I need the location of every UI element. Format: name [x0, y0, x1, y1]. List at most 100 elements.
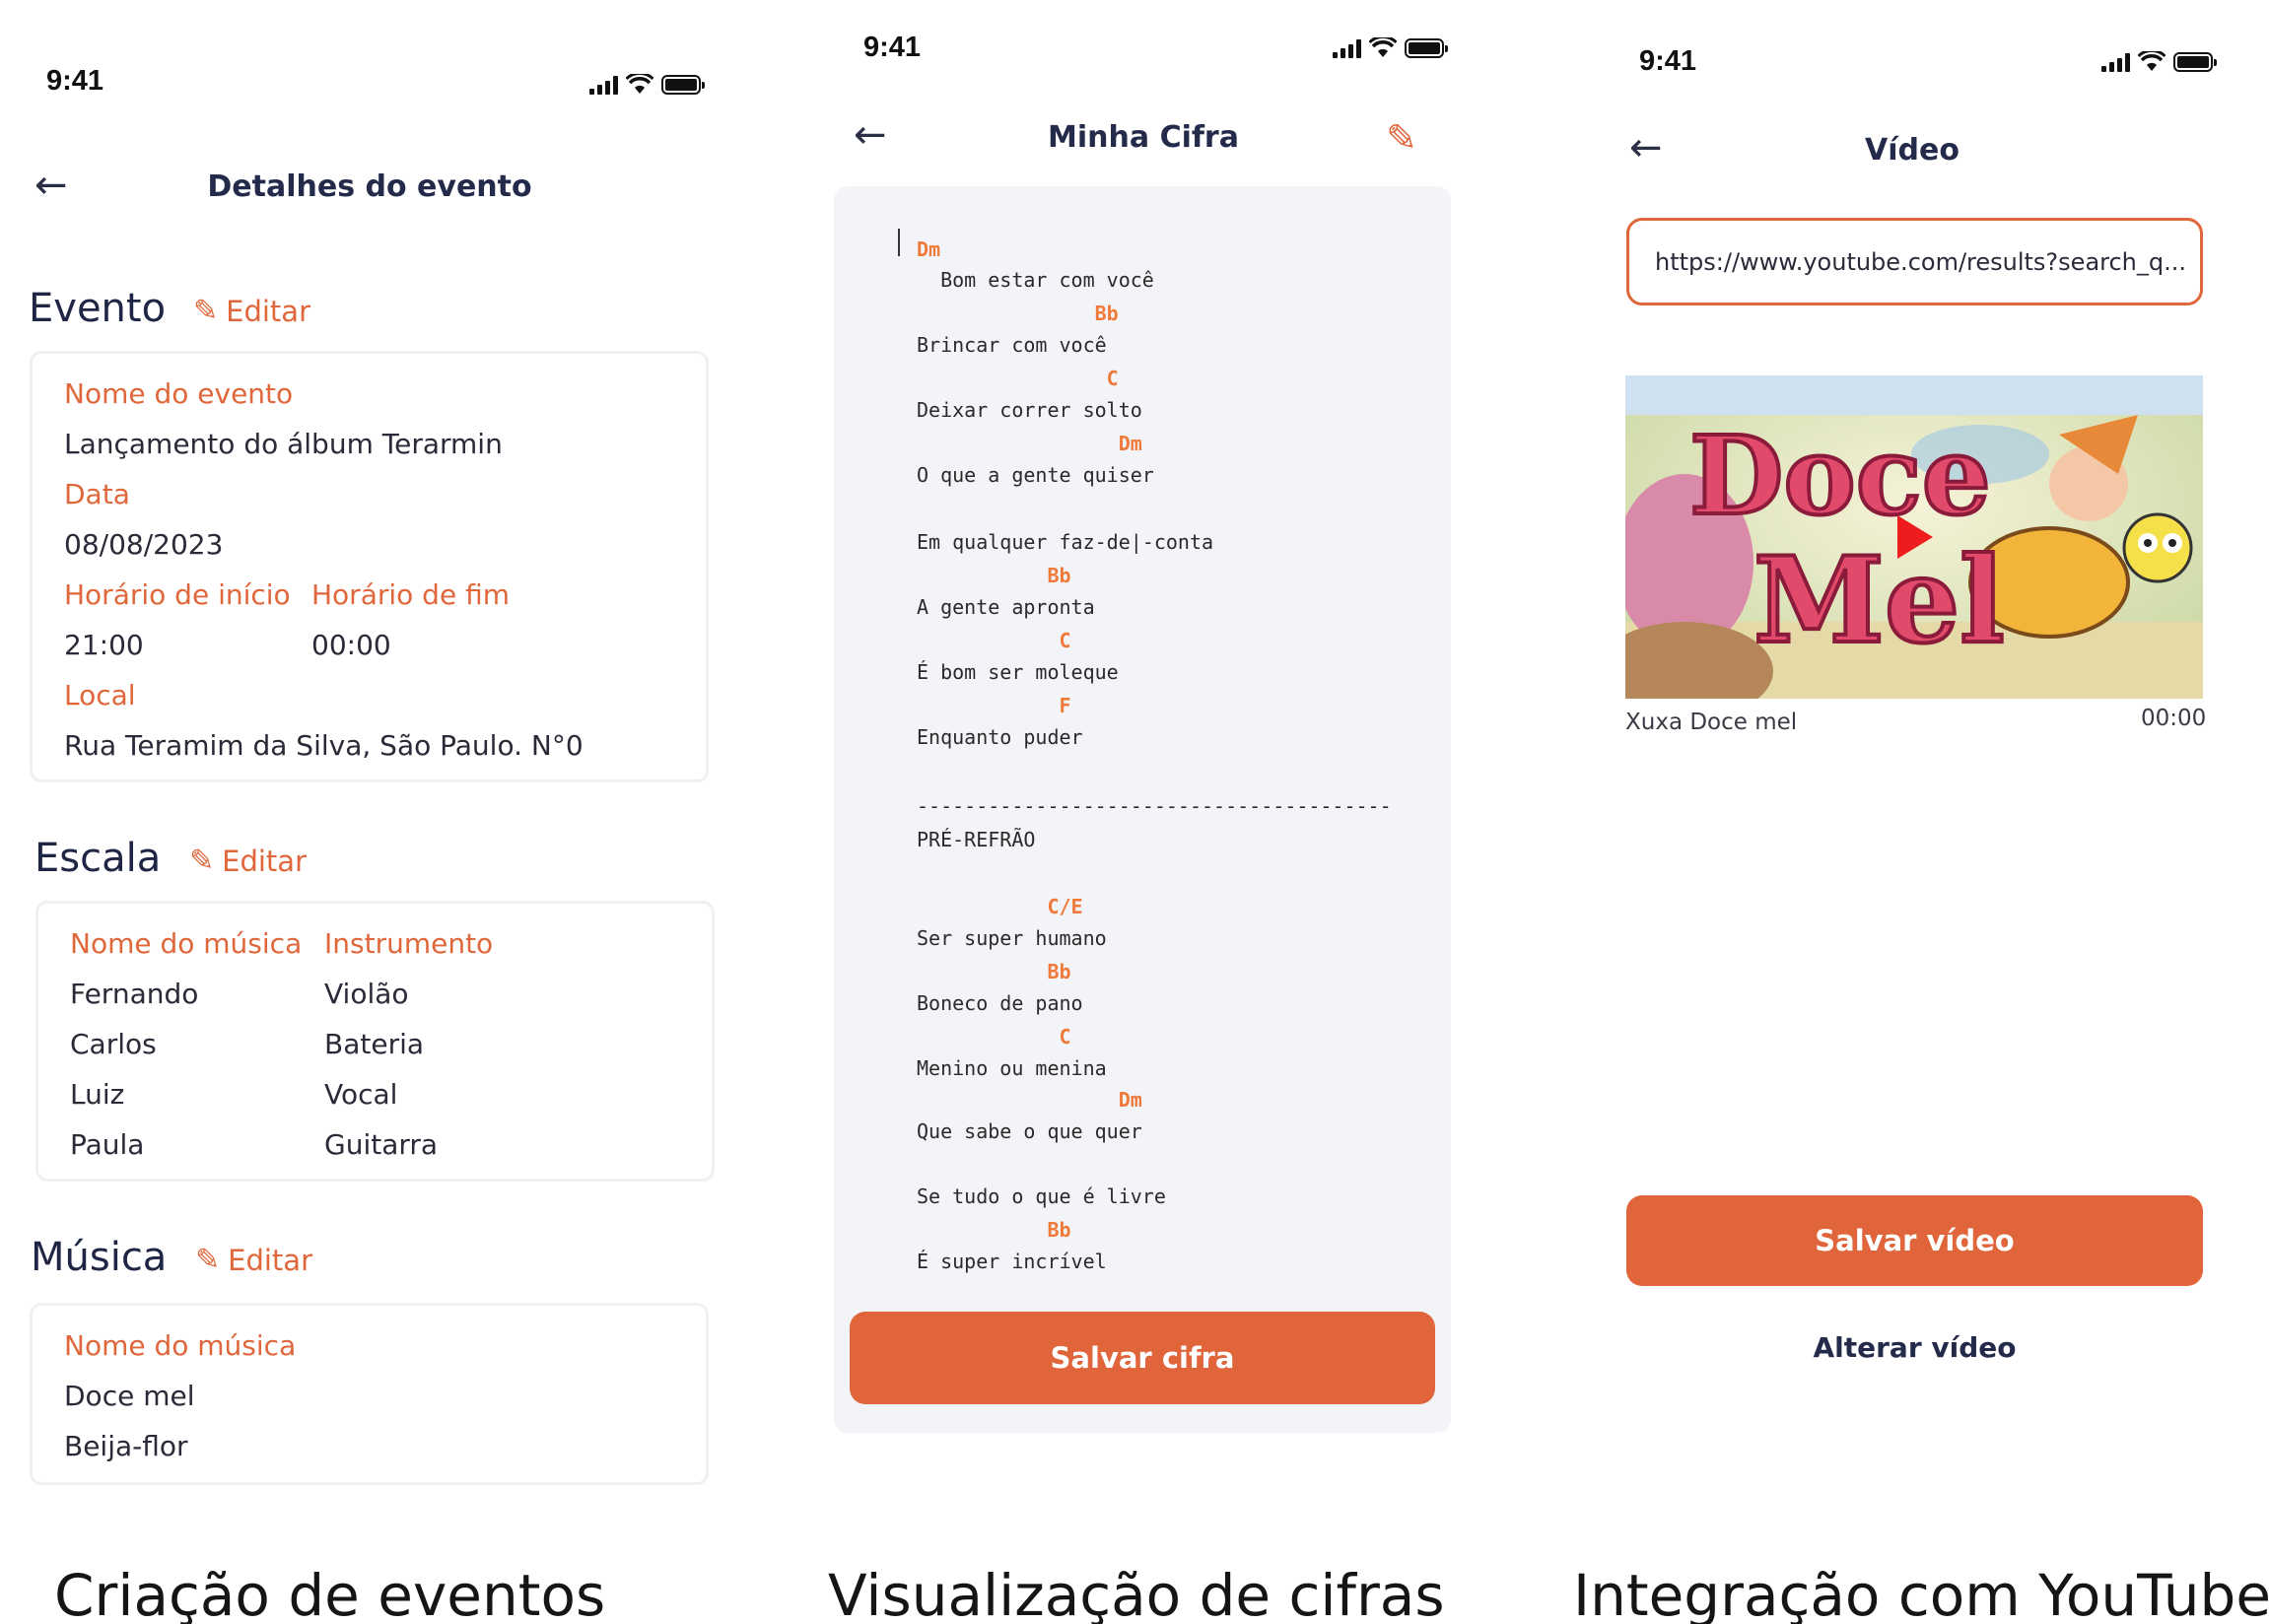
signal-icon: [2101, 52, 2130, 72]
musica-label: Nome do música: [64, 1329, 297, 1362]
video-title: Xuxa Doce mel: [1625, 710, 1798, 735]
escala-card: Nome do música Instrumento Fernando Viol…: [35, 901, 715, 1182]
section-title-evento: Evento: [29, 286, 167, 331]
status-icons: [589, 74, 705, 96]
battery-icon: [661, 75, 705, 95]
caption-cifras: Visualização de cifras: [828, 1562, 1445, 1624]
signal-icon: [589, 75, 618, 95]
page-title: Vídeo: [1865, 133, 1960, 168]
end-time-label: Horário de fim: [311, 578, 510, 611]
lyric-line: Boneco de pano: [917, 991, 1083, 1015]
signal-icon: [1333, 38, 1361, 58]
page-title: Detalhes do evento: [207, 169, 532, 204]
lyric-line: Menino ou menina: [917, 1056, 1107, 1080]
chord-line: C: [917, 367, 1119, 390]
musica-card: Nome do música Doce mel Beija-flor: [30, 1303, 709, 1485]
pencil-edit-icon[interactable]: ✎: [1386, 116, 1417, 160]
edit-label: Editar: [222, 844, 307, 878]
chord-line: C: [917, 629, 1071, 652]
battery-icon: [1405, 38, 1448, 58]
thumbnail-art: Doce Mel: [1625, 375, 2203, 699]
section-title-musica: Música: [31, 1235, 168, 1280]
musica-item[interactable]: Doce mel: [64, 1380, 195, 1412]
pencil-icon: ✎: [195, 1243, 221, 1277]
cifra-panel: Dm Bom estar com você Bb Brincar com você…: [834, 186, 1451, 1433]
event-name-label: Nome do evento: [64, 377, 294, 410]
lyric-line: PRÉ-REFRÃO: [917, 828, 1036, 851]
chord-line: Dm: [917, 237, 941, 261]
text-cursor: [898, 229, 900, 256]
start-time-value: 21:00: [64, 629, 144, 661]
status-icons: [1333, 37, 1448, 59]
escala-row-instrument: Vocal: [324, 1078, 398, 1111]
end-time-value: 00:00: [311, 629, 391, 661]
chord-line: Bb: [917, 564, 1071, 587]
escala-row-name: Luiz: [70, 1078, 125, 1111]
page-title: Minha Cifra: [1048, 120, 1239, 155]
thumbnail-title-2: Mel: [1753, 531, 2005, 670]
thumbnail-title-1: Doce: [1689, 412, 1991, 539]
wifi-icon: [1369, 37, 1397, 57]
escala-col-name: Nome do música: [70, 927, 303, 960]
video-thumbnail[interactable]: Doce Mel: [1625, 375, 2203, 699]
edit-label: Editar: [226, 294, 310, 328]
back-arrow-icon[interactable]: ←: [34, 166, 68, 205]
status-time: 9:41: [863, 32, 922, 63]
pencil-icon: ✎: [193, 294, 219, 328]
chord-line: C: [917, 1025, 1071, 1049]
lyric-line: Bom estar com você: [917, 268, 1154, 292]
lyric-line: O que a gente quiser: [917, 463, 1154, 487]
chord-line: C/E: [917, 895, 1083, 918]
edit-label: Editar: [228, 1243, 312, 1277]
escala-col-instrument: Instrumento: [324, 927, 494, 960]
chord-line: Bb: [917, 960, 1071, 983]
pencil-icon: ✎: [189, 844, 215, 878]
escala-row-instrument: Bateria: [324, 1028, 425, 1060]
chord-line: Dm: [917, 1088, 1142, 1112]
event-card: Nome do evento Lançamento do álbum Terar…: [30, 351, 709, 782]
lyric-line: A gente apronta: [917, 595, 1095, 619]
edit-musica-button[interactable]: ✎ Editar: [195, 1243, 312, 1277]
musica-item[interactable]: Beija-flor: [64, 1430, 188, 1462]
battery-icon: [2173, 52, 2217, 72]
local-label: Local: [64, 679, 136, 711]
video-duration: 00:00: [2141, 706, 2207, 731]
chord-line: Bb: [917, 1218, 1071, 1242]
lyric-line: Se tudo o que é livre: [917, 1184, 1166, 1208]
back-arrow-icon[interactable]: ←: [854, 115, 887, 155]
escala-row-name: Paula: [70, 1128, 145, 1161]
lyric-line: Brincar com você: [917, 333, 1107, 357]
lyric-line: É super incrível: [917, 1250, 1107, 1273]
chord-line: F: [917, 694, 1071, 717]
section-title-escala: Escala: [34, 836, 162, 881]
edit-evento-button[interactable]: ✎ Editar: [193, 294, 310, 328]
caption-youtube: Integração com YouTube: [1573, 1562, 2269, 1624]
edit-escala-button[interactable]: ✎ Editar: [189, 844, 307, 878]
video-url-input[interactable]: https://www.youtube.com/results?search_q…: [1626, 218, 2203, 305]
caption-eventos: Criação de eventos: [54, 1562, 606, 1624]
event-name-value: Lançamento do álbum Terarmin: [64, 428, 503, 460]
event-date-value: 08/08/2023: [64, 528, 224, 561]
escala-row-instrument: Violão: [324, 978, 409, 1010]
back-arrow-icon[interactable]: ←: [1629, 128, 1663, 168]
lyric-line: Que sabe o que quer: [917, 1119, 1142, 1143]
wifi-icon: [2138, 51, 2166, 71]
escala-row-name: Carlos: [70, 1028, 157, 1060]
lyric-line: Ser super humano: [917, 926, 1107, 950]
start-time-label: Horário de início: [64, 578, 291, 611]
local-value: Rua Teramim da Silva, São Paulo. N°0: [64, 729, 584, 762]
lyric-line: Enquanto puder: [917, 725, 1083, 749]
escala-row-name: Fernando: [70, 978, 199, 1010]
save-cifra-button[interactable]: Salvar cifra: [850, 1312, 1435, 1404]
status-time: 9:41: [46, 65, 104, 97]
status-time: 9:41: [1639, 45, 1697, 77]
lyric-line: ----------------------------------------: [917, 794, 1392, 818]
wifi-icon: [626, 74, 653, 94]
chord-line: Dm: [917, 432, 1142, 455]
chord-line: Bb: [917, 302, 1119, 325]
lyric-line: Em qualquer faz-de|-conta: [917, 530, 1214, 554]
change-video-button[interactable]: Alterar vídeo: [1626, 1331, 2203, 1364]
lyric-line: Deixar correr solto: [917, 398, 1142, 422]
save-video-button[interactable]: Salvar vídeo: [1626, 1195, 2203, 1286]
escala-row-instrument: Guitarra: [324, 1128, 439, 1161]
